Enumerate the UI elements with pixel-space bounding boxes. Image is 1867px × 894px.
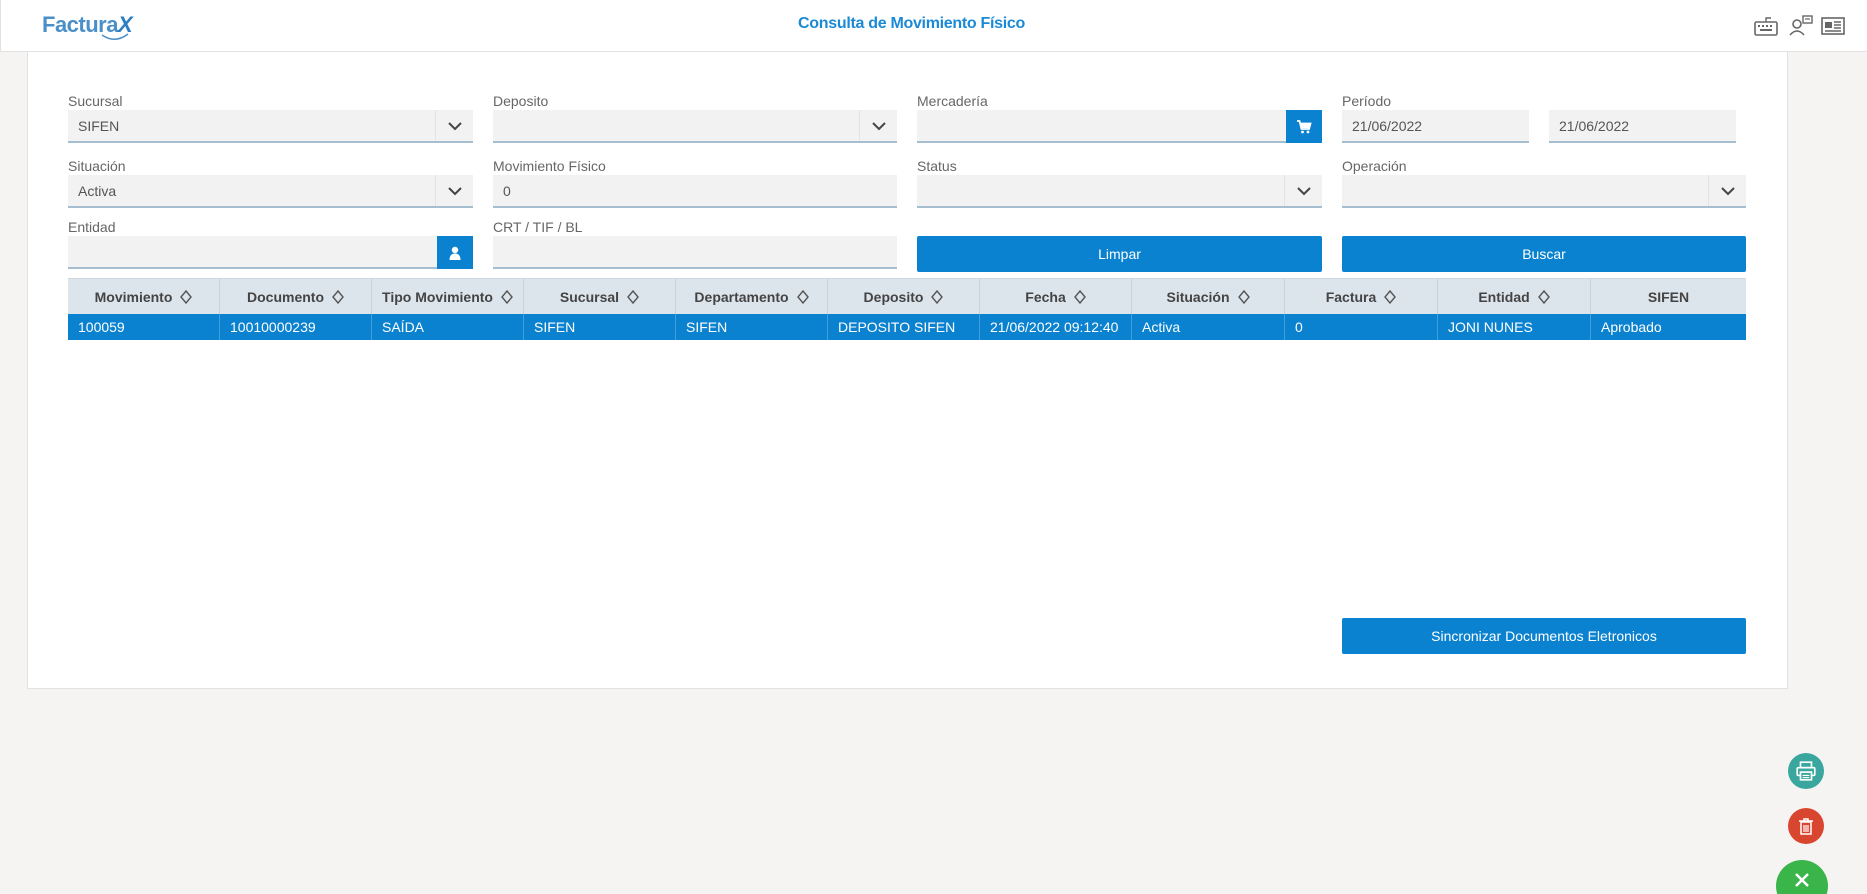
table-cell: 10010000239 — [220, 314, 372, 340]
table-cell: JONI NUNES — [1438, 314, 1591, 340]
sort-icon[interactable] — [931, 290, 944, 304]
table-cell: 0 — [1285, 314, 1438, 340]
column-header[interactable]: Entidad — [1438, 279, 1591, 315]
sort-icon[interactable] — [1237, 290, 1250, 304]
column-header[interactable]: Situación — [1132, 279, 1285, 315]
top-bar: FacturaX Consulta de Movimiento Físico — [0, 0, 1867, 52]
chevron-down-icon[interactable] — [1284, 175, 1322, 206]
table-cell: DEPOSITO SIFEN — [828, 314, 980, 340]
sort-icon[interactable] — [1073, 290, 1086, 304]
buscar-button[interactable]: Buscar — [1342, 236, 1746, 272]
table-cell: Aprobado — [1601, 319, 1662, 335]
column-header[interactable]: Documento — [220, 279, 372, 315]
status-label: Status — [917, 158, 957, 174]
sucursal-label: Sucursal — [68, 93, 123, 109]
crt-label: CRT / TIF / BL — [493, 219, 583, 235]
entidad-input[interactable] — [68, 236, 473, 269]
chevron-down-icon[interactable] — [1708, 175, 1746, 206]
printer-icon — [1796, 761, 1816, 781]
trash-icon — [1799, 818, 1813, 835]
column-header-label: Fecha — [1025, 289, 1066, 305]
column-header-label: Tipo Movimiento — [382, 289, 493, 305]
delete-button[interactable] — [1788, 808, 1824, 844]
operacion-select[interactable] — [1342, 175, 1746, 208]
keyboard-icon[interactable] — [1753, 14, 1779, 38]
print-button[interactable] — [1788, 753, 1824, 789]
column-header-label: Deposito — [863, 289, 924, 305]
movimiento-fisico-label: Movimiento Físico — [493, 158, 606, 174]
column-header[interactable]: Factura — [1285, 279, 1438, 315]
status-select[interactable] — [917, 175, 1322, 208]
table-cell: SIFEN — [676, 314, 828, 340]
deposito-select[interactable] — [493, 110, 897, 143]
table-body: 100059 10010000239 SAÍDA SIFEN SIFEN DEPOSITO… — [68, 314, 1746, 340]
close-button[interactable] — [1776, 860, 1828, 894]
users-network-icon[interactable] — [1788, 14, 1814, 38]
sort-icon[interactable] — [1384, 290, 1397, 304]
cart-icon[interactable] — [1286, 110, 1322, 143]
deposito-label: Deposito — [493, 93, 549, 109]
logo-swoosh-icon — [101, 33, 129, 40]
column-header[interactable]: Sucursal — [524, 279, 676, 315]
movimiento-fisico-input[interactable]: 0 — [493, 175, 897, 208]
column-header-label: Documento — [247, 289, 324, 305]
sincronizar-button[interactable]: Sincronizar Documentos Eletronicos — [1342, 618, 1746, 654]
table-cell: SIFEN — [524, 314, 676, 340]
sucursal-select[interactable]: SIFEN — [68, 110, 473, 143]
chevron-down-icon[interactable] — [435, 110, 473, 141]
table-row[interactable]: 100059 10010000239 SAÍDA SIFEN SIFEN DEPOSITO… — [68, 314, 1746, 340]
chevron-down-icon[interactable] — [859, 110, 897, 141]
table-cell: Activa — [1132, 314, 1285, 340]
column-header-label: SIFEN — [1647, 289, 1690, 305]
column-header-label: Entidad — [1478, 289, 1530, 305]
chevron-down-icon[interactable] — [435, 175, 473, 206]
sort-icon[interactable] — [180, 290, 193, 304]
sort-icon[interactable] — [1537, 290, 1550, 304]
table-cell: 21/06/2022 09:12:40 — [980, 314, 1132, 340]
crt-input[interactable] — [493, 236, 897, 269]
filter-panel — [27, 52, 1788, 689]
column-header[interactable]: Deposito — [828, 279, 980, 315]
column-header-label: Movimiento — [94, 289, 173, 305]
sort-icon[interactable] — [796, 290, 809, 304]
table-cell: SAÍDA — [372, 314, 524, 340]
column-header[interactable]: Fecha — [980, 279, 1132, 315]
mercaderia-label: Mercadería — [917, 93, 988, 109]
close-icon — [1795, 873, 1809, 887]
mercaderia-input[interactable] — [917, 110, 1322, 143]
entidad-label: Entidad — [68, 219, 116, 235]
situacion-select[interactable]: Activa — [68, 175, 473, 208]
operacion-label: Operación — [1342, 158, 1407, 174]
column-header[interactable]: Departamento — [676, 279, 828, 315]
periodo-from-input[interactable]: 21/06/2022 — [1342, 110, 1529, 143]
table-cell: 100059 — [68, 314, 220, 340]
situacion-value: Activa — [78, 183, 117, 199]
column-header-label: Situación — [1166, 289, 1230, 305]
column-header[interactable]: Tipo Movimiento — [372, 279, 524, 315]
column-header[interactable]: SIFEN — [1591, 279, 1746, 315]
periodo-label: Período — [1342, 93, 1392, 109]
news-icon[interactable] — [1820, 14, 1846, 38]
periodo-to-input[interactable]: 21/06/2022 — [1549, 110, 1736, 143]
page-title: Consulta de Movimiento Físico — [798, 15, 1025, 32]
sort-icon[interactable] — [332, 290, 344, 304]
sort-icon[interactable] — [627, 290, 639, 304]
results-table: Movimiento Documento Tipo Movimiento Sucurs… — [68, 278, 1746, 340]
situacion-label: Situación — [68, 158, 126, 174]
user-icon[interactable] — [437, 236, 473, 269]
column-header[interactable]: Movimiento — [68, 279, 220, 315]
table-header: Movimiento Documento Tipo Movimiento Sucurs… — [68, 278, 1746, 315]
column-header-label: Sucursal — [559, 289, 620, 305]
column-header-label: Departamento — [694, 289, 789, 305]
sucursal-value: SIFEN — [78, 118, 120, 134]
sort-icon[interactable] — [501, 290, 513, 304]
column-header-label: Factura — [1325, 289, 1377, 305]
limpiar-button[interactable]: Limpar — [917, 236, 1322, 272]
